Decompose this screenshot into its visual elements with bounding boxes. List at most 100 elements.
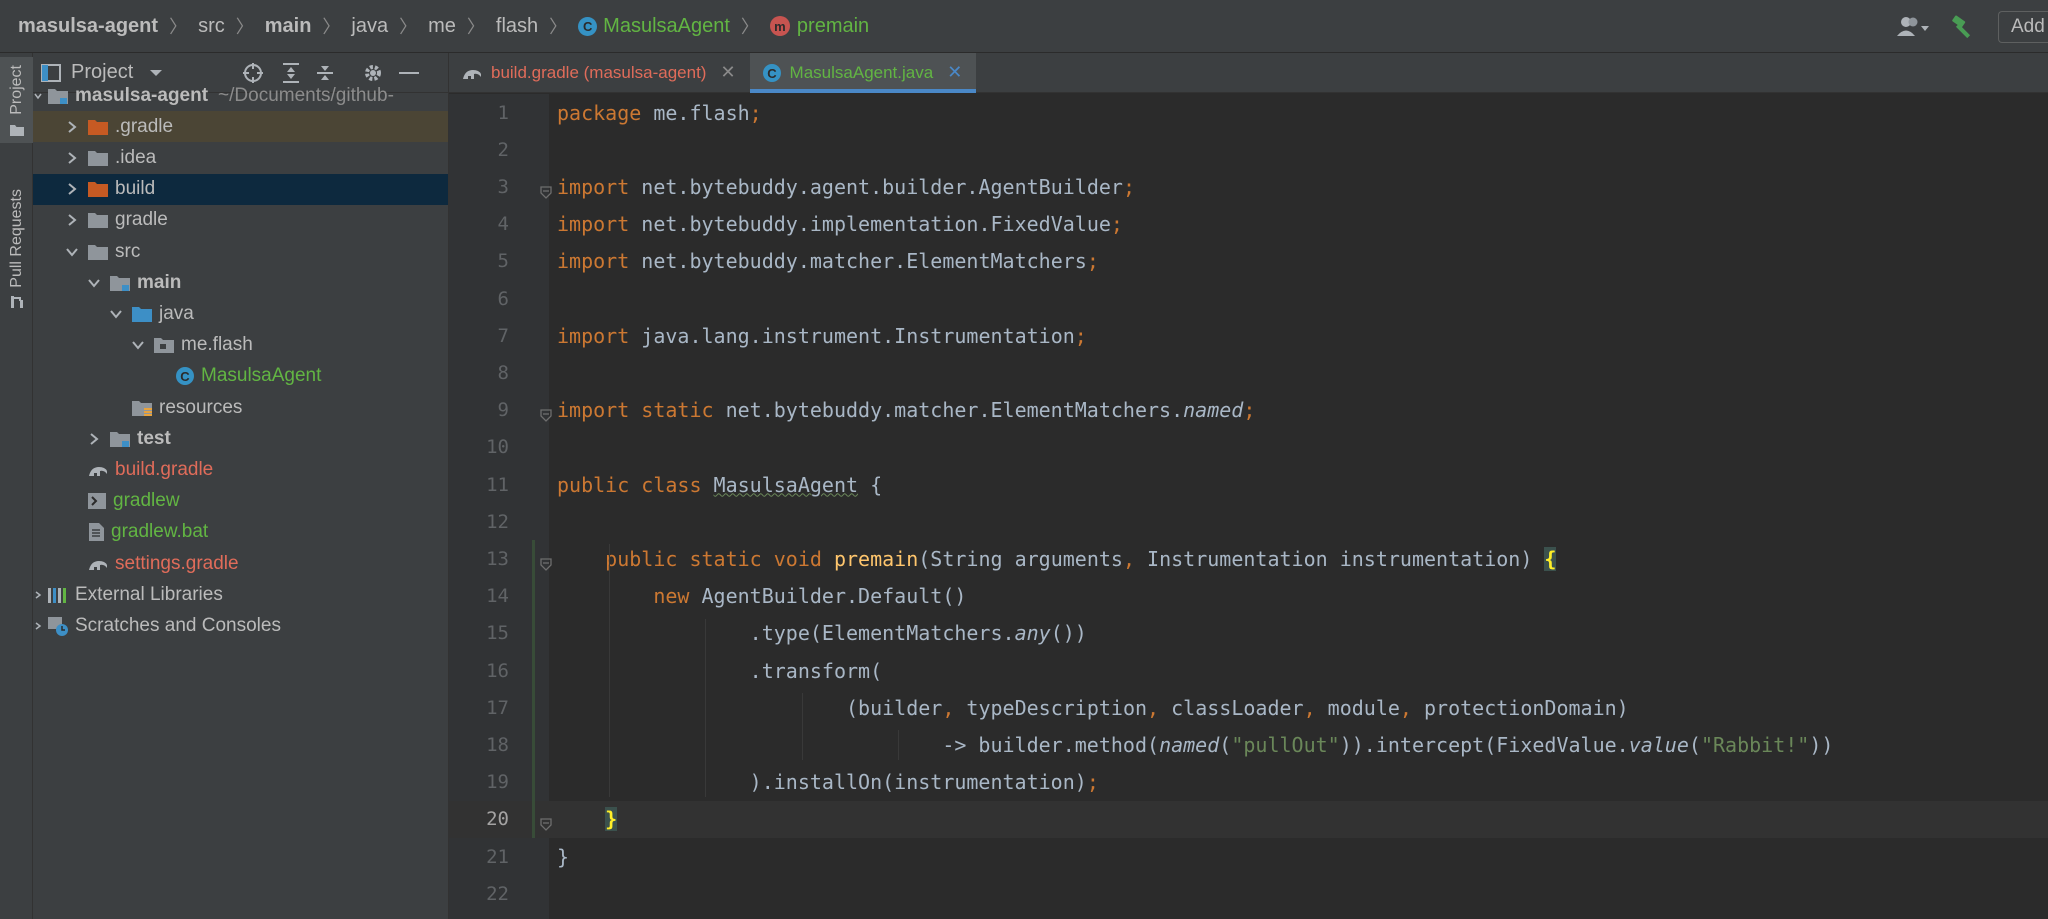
breadcrumb-item[interactable]: C MasulsaAgent <box>578 15 730 38</box>
collapse-arrow-icon[interactable] <box>63 243 81 261</box>
tree-item[interactable]: Scratches and Consoles <box>33 610 448 641</box>
breadcrumb-label: MasulsaAgent <box>603 14 730 37</box>
fold-marker-icon[interactable] <box>539 812 553 832</box>
expand-arrow-icon[interactable] <box>85 430 103 448</box>
vcs-change-marker <box>532 540 535 838</box>
editor-tab[interactable]: build.gradle (masulsa-agent) ✕ <box>449 53 750 92</box>
hammer-icon[interactable] <box>1948 12 1978 42</box>
expand-arrow-icon[interactable] <box>63 211 81 229</box>
code-line[interactable]: 6 <box>449 280 2048 317</box>
expand-arrow-icon[interactable] <box>33 617 43 635</box>
code-line[interactable]: 16 .transform( <box>449 652 2048 689</box>
project-tool-tab[interactable]: Project <box>0 57 33 143</box>
tree-item[interactable]: .gradle <box>33 111 448 143</box>
expand-arrow-icon[interactable] <box>33 586 43 604</box>
tree-item[interactable]: me.flash <box>33 330 448 361</box>
code-line[interactable]: 17 (builder, typeDescription, classLoade… <box>449 689 2048 726</box>
code-line[interactable]: 18 -> builder.method(named("pullOut")).i… <box>449 726 2048 763</box>
view-mode-dropdown-icon[interactable] <box>149 68 163 78</box>
tree-item[interactable]: .idea <box>33 142 448 173</box>
folder-icon <box>87 149 109 167</box>
tree-item[interactable]: test <box>33 423 448 454</box>
code-line[interactable]: 22 <box>449 875 2048 912</box>
tree-item[interactable]: External Libraries <box>33 579 448 610</box>
code-token: any <box>1014 621 1051 646</box>
breadcrumb-item[interactable]: java <box>351 15 388 38</box>
code-line[interactable]: 9 import static net.bytebuddy.matcher.Ele… <box>449 392 2048 429</box>
collapse-arrow-icon[interactable] <box>107 305 125 323</box>
code-line[interactable]: 7 import java.lang.instrument.Instrumenta… <box>449 317 2048 354</box>
tree-item[interactable]: gradlew.bat <box>33 517 448 548</box>
breadcrumb-item[interactable]: flash <box>496 15 538 38</box>
user-dropdown-icon[interactable] <box>1894 12 1934 42</box>
expand-arrow-icon[interactable] <box>63 118 81 136</box>
code-line[interactable]: 13 public static void premain(String arg… <box>449 540 2048 577</box>
collapse-arrow-icon[interactable] <box>85 274 103 292</box>
source-folder-icon <box>131 305 153 323</box>
breadcrumb-item[interactable]: src <box>198 15 225 38</box>
code-line[interactable]: 19 ).installOn(instrumentation); <box>449 764 2048 801</box>
code-line[interactable]: 20 } <box>449 800 2048 838</box>
tree-item[interactable]: java <box>33 298 448 329</box>
breadcrumb-item[interactable]: main <box>265 15 312 38</box>
line-number: 4 <box>497 213 509 236</box>
code-text: (builder, typeDescription, classLoader, … <box>557 696 1629 720</box>
code-line[interactable]: 1 package me.flash; <box>449 94 2048 131</box>
editor-tab[interactable]: C MasulsaAgent.java ✕ <box>749 53 977 93</box>
tree-item[interactable]: gradle <box>33 205 448 236</box>
code-token: protectionDomain) <box>1424 695 1629 720</box>
tree-item[interactable]: settings.gradle <box>33 548 448 579</box>
tree-item[interactable]: main <box>33 267 448 298</box>
breadcrumb-separator-icon: 〉 <box>740 17 759 37</box>
tree-item-label: masulsa-agent <box>75 84 209 106</box>
svg-text:C: C <box>180 369 190 384</box>
collapse-arrow-icon[interactable] <box>129 336 147 354</box>
code-line[interactable]: 3 import net.bytebuddy.agent.builder.Agen… <box>449 168 2048 205</box>
breadcrumb-item[interactable]: masulsa-agent <box>18 15 158 38</box>
arrow-spacer <box>63 461 81 479</box>
tree-item[interactable]: build.gradle <box>33 454 448 485</box>
close-icon[interactable]: ✕ <box>947 62 962 83</box>
code-line[interactable]: 5 import net.bytebuddy.matcher.ElementMat… <box>449 243 2048 280</box>
editor-tab-label: MasulsaAgent.java <box>789 62 934 82</box>
code-text: import net.bytebuddy.agent.builder.Agent… <box>557 175 1135 199</box>
tree-item-label: main <box>137 271 182 293</box>
fold-marker-icon[interactable] <box>539 180 553 199</box>
collapse-arrow-icon[interactable] <box>33 87 43 105</box>
code-line[interactable]: 8 <box>449 354 2048 391</box>
code-line[interactable]: 15 .type(ElementMatchers.any()) <box>449 615 2048 652</box>
tree-item[interactable]: masulsa-agent ~/Documents/github- <box>33 80 448 111</box>
code-line[interactable]: 11 public class MasulsaAgent { <box>449 466 2048 503</box>
expand-arrow-icon[interactable] <box>63 180 81 198</box>
breadcrumb-item[interactable]: me <box>428 15 456 38</box>
code-line[interactable]: 21} <box>449 838 2048 875</box>
close-icon[interactable]: ✕ <box>720 62 735 83</box>
code-token: named <box>1159 732 1220 757</box>
code-text: ).installOn(instrumentation); <box>557 770 1099 794</box>
add-configuration-button[interactable]: Add C <box>1998 10 2048 43</box>
expand-arrow-icon[interactable] <box>63 149 81 167</box>
code-token: import <box>557 212 642 237</box>
code-line[interactable]: 4 import net.bytebuddy.implementation.Fix… <box>449 206 2048 243</box>
breadcrumb-item[interactable]: m premain <box>769 15 869 38</box>
code-text: .transform( <box>557 659 882 683</box>
fold-marker-icon[interactable] <box>539 403 553 423</box>
tree-item[interactable]: resources <box>33 392 448 423</box>
tree-item[interactable]: C MasulsaAgent <box>33 361 448 392</box>
libraries-icon <box>47 586 69 604</box>
code-token: net.bytebuddy.matcher.ElementMatchers. <box>725 398 1184 423</box>
code-line[interactable]: 12 <box>449 503 2048 540</box>
code-line[interactable]: 10 <box>449 429 2048 466</box>
tree-item[interactable]: build <box>33 173 448 205</box>
tree-item[interactable]: gradlew <box>33 486 448 517</box>
pull-requests-tool-tab[interactable]: Pull Requests <box>0 183 33 316</box>
pull-requests-tool-tab-label: Pull Requests <box>7 189 25 288</box>
code-line[interactable]: 2 <box>449 131 2048 168</box>
code-token: "Rabbit!" <box>1700 732 1810 757</box>
fold-marker-icon[interactable] <box>539 552 553 571</box>
code-token: ; <box>1086 249 1099 274</box>
code-line[interactable]: 14 new AgentBuilder.Default() <box>449 578 2048 615</box>
tree-item[interactable]: src <box>33 236 448 267</box>
